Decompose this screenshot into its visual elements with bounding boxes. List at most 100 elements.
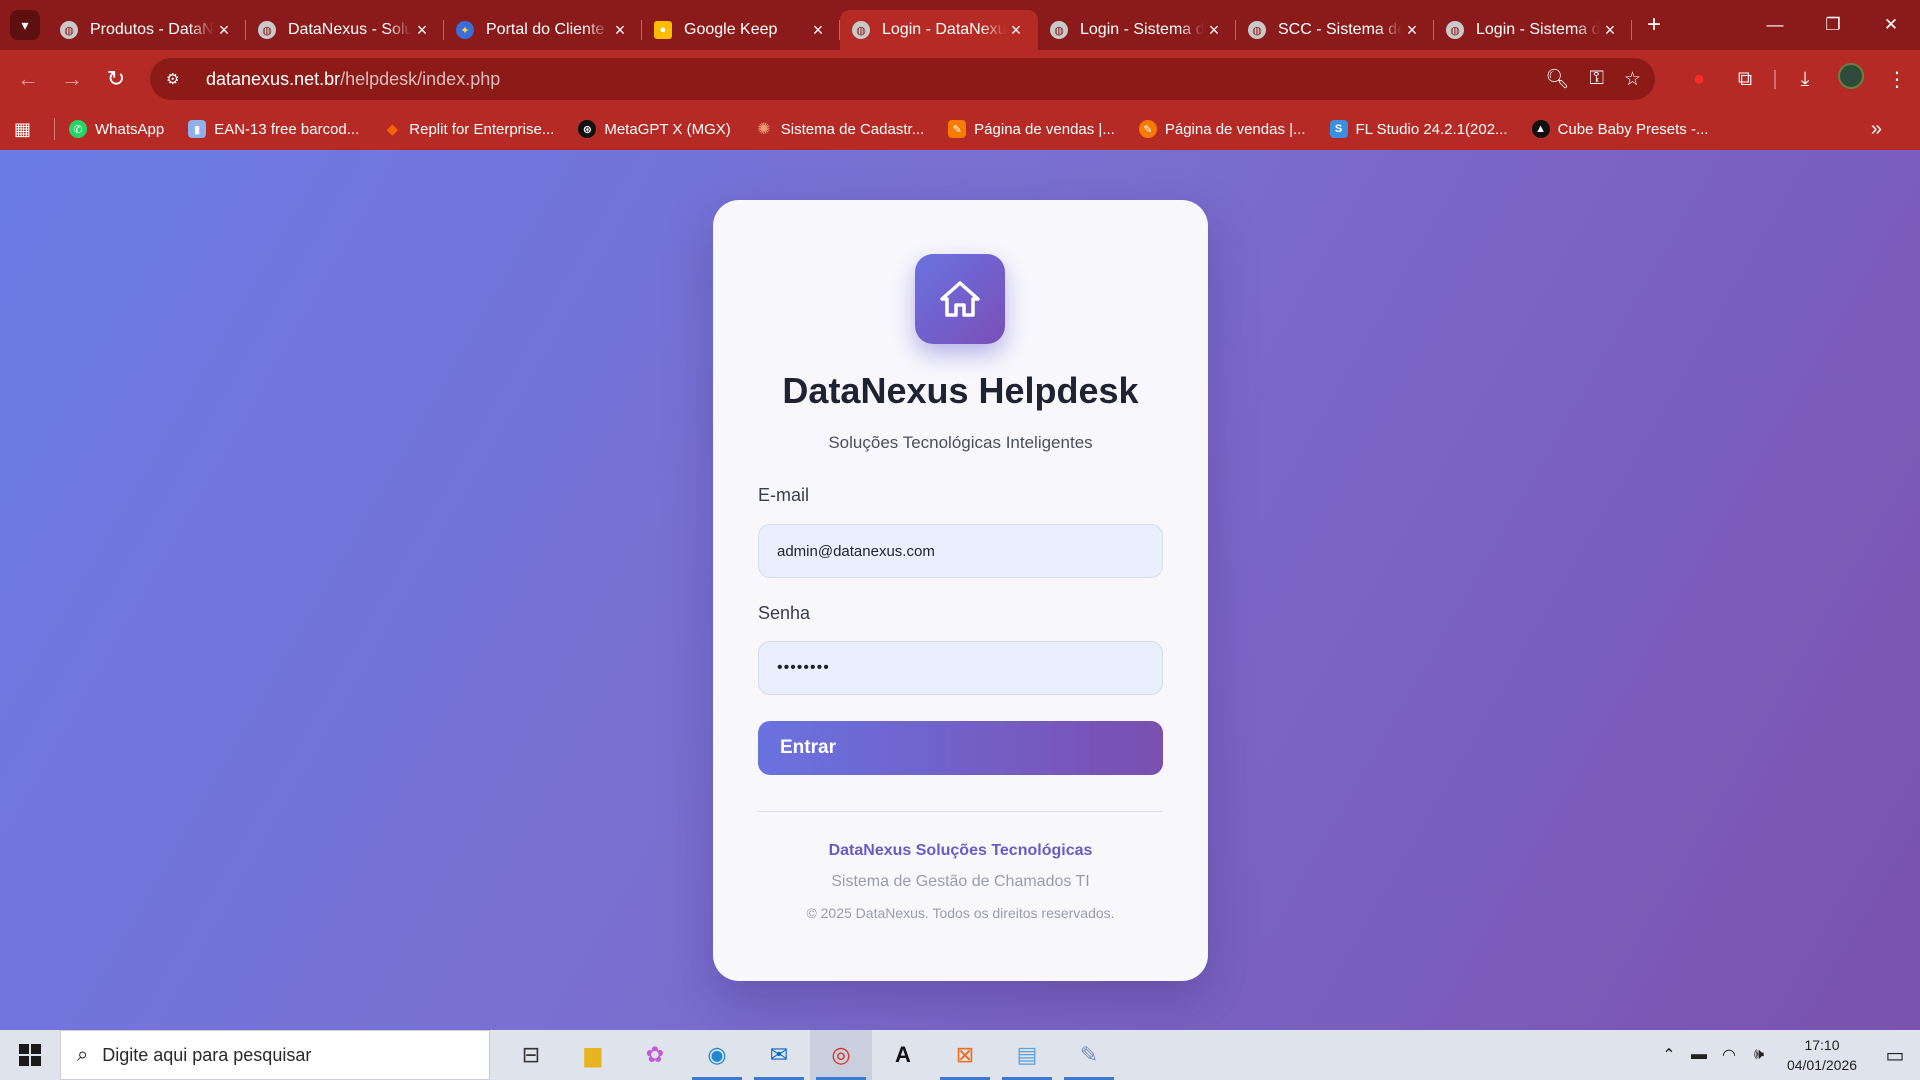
- bookmark-label: MetaGPT X (MGX): [604, 120, 731, 138]
- bookmark-label: Página de vendas |...: [974, 120, 1115, 138]
- notepad-button[interactable]: ▤: [996, 1030, 1058, 1080]
- browser-tab[interactable]: ✦ Portal do Cliente ×: [444, 10, 642, 50]
- url-text[interactable]: datanexus.net.br/helpdesk/index.php: [206, 69, 500, 90]
- tab-title: Produtos - DataNexus: [90, 21, 214, 38]
- login-button[interactable]: Entrar: [758, 721, 1163, 775]
- browser-tab[interactable]: ◍ DataNexus - Soluções ×: [246, 10, 444, 50]
- battery-icon[interactable]: ▬: [1684, 1046, 1714, 1064]
- tab-title: Login - Sistema de: [1476, 21, 1600, 38]
- tab-search-button[interactable]: ▾: [10, 10, 40, 40]
- clock[interactable]: 17:10 04/01/2026: [1774, 1035, 1870, 1075]
- close-tab-icon[interactable]: ×: [1006, 20, 1026, 41]
- whatsapp-icon: ✆: [69, 120, 87, 138]
- download-icon[interactable]: ⤓: [1782, 68, 1828, 91]
- bookmark-item[interactable]: ▲ Cube Baby Presets -...: [1531, 120, 1709, 138]
- bookmark-item[interactable]: ✎ Página de vendas |...: [948, 120, 1115, 138]
- extension-icon[interactable]: ●: [1676, 68, 1722, 91]
- arrow-right-icon: →: [61, 66, 83, 91]
- chrome-button[interactable]: ◎: [810, 1030, 872, 1080]
- bookmark-item[interactable]: ⊛ MetaGPT X (MGX): [578, 120, 731, 138]
- address-bar[interactable]: ⚙ datanexus.net.br/helpdesk/index.php 🔍︎…: [150, 58, 1655, 100]
- close-window-icon[interactable]: ✕: [1862, 0, 1920, 50]
- toolbar-divider: |: [1772, 67, 1778, 90]
- close-tab-icon[interactable]: ×: [808, 20, 828, 41]
- bookmark-label: Cube Baby Presets -...: [1557, 120, 1709, 138]
- globe-icon: ◍: [1248, 21, 1266, 39]
- url-path: /helpdesk/index.php: [340, 68, 501, 89]
- copilot-button[interactable]: ✿: [624, 1030, 686, 1080]
- site-settings-icon[interactable]: ⚙: [166, 70, 188, 88]
- google-keep-icon: ●: [654, 21, 672, 39]
- key-icon[interactable]: ⚿: [1589, 68, 1603, 90]
- app-a-button[interactable]: A: [872, 1030, 934, 1080]
- folder-icon: ▆: [584, 1042, 602, 1067]
- task-view-icon: ⊟: [521, 1042, 541, 1067]
- close-tab-icon[interactable]: ×: [412, 20, 432, 41]
- tab-title: Google Keep: [684, 21, 778, 38]
- paint-button[interactable]: ✎: [1058, 1030, 1120, 1080]
- bookmark-item[interactable]: ▮ EAN-13 free barcod...: [188, 120, 359, 138]
- clock-time: 17:10: [1804, 1037, 1840, 1053]
- fl-studio-icon: S: [1329, 120, 1348, 138]
- browser-tab[interactable]: ◍ Produtos - DataNexus ×: [48, 10, 246, 50]
- outlook-button[interactable]: ✉: [748, 1030, 810, 1080]
- bookmark-label: Sistema de Cadastr...: [780, 120, 925, 138]
- bookmark-label: EAN-13 free barcod...: [214, 120, 360, 138]
- close-tab-icon[interactable]: ×: [214, 20, 234, 41]
- bookmark-item[interactable]: ✎ Página de vendas |...: [1138, 120, 1306, 138]
- browser-tab[interactable]: ◍ Login - Sistema de ×: [1434, 10, 1632, 50]
- globe-icon: ◍: [258, 21, 276, 39]
- start-button[interactable]: [0, 1030, 60, 1080]
- restore-icon[interactable]: ❐: [1804, 0, 1862, 50]
- browser-tab[interactable]: ◍ SCC - Sistema de ×: [1236, 10, 1434, 50]
- password-label: Senha: [758, 603, 811, 623]
- task-view-button[interactable]: ⊟: [500, 1030, 562, 1080]
- outlook-icon: ✉: [769, 1042, 789, 1067]
- taskbar-search-placeholder: Digite aqui para pesquisar: [102, 1044, 312, 1065]
- bookmark-item[interactable]: ✆ WhatsApp: [69, 120, 164, 138]
- close-tab-icon[interactable]: ×: [610, 20, 630, 41]
- bookmarks-bar: ▦ ✆ WhatsApp ▮ EAN-13 free barcod... ◆ R…: [0, 108, 1920, 150]
- minimize-icon[interactable]: —: [1746, 0, 1804, 50]
- close-tab-icon[interactable]: ×: [1204, 20, 1224, 41]
- bookmarks-divider: [54, 118, 55, 140]
- email-field[interactable]: [758, 524, 1163, 578]
- login-card: DataNexus Helpdesk Soluções Tecnológicas…: [713, 200, 1208, 981]
- new-tab-button[interactable]: +: [1636, 11, 1672, 39]
- kebab-menu-icon[interactable]: ⋮: [1874, 67, 1920, 92]
- zoom-icon[interactable]: 🔍︎: [1545, 67, 1569, 91]
- browser-tab-active[interactable]: ◍ Login - DataNexus ×: [840, 10, 1038, 50]
- bookmark-label: Replit for Enterprise...: [409, 120, 555, 138]
- profile-avatar[interactable]: [1828, 63, 1874, 95]
- bookmark-item[interactable]: ✺ Sistema de Cadastr...: [755, 120, 925, 139]
- xampp-button[interactable]: ⊠: [934, 1030, 996, 1080]
- chevron-up-icon[interactable]: ⌃: [1654, 1045, 1684, 1065]
- home-logo: [915, 254, 1005, 344]
- bookmark-item[interactable]: ◆ Replit for Enterprise...: [383, 120, 555, 139]
- footer-copyright: © 2025 DataNexus. Todos os direitos rese…: [806, 905, 1115, 921]
- apps-grid-icon[interactable]: ▦: [14, 119, 40, 140]
- close-tab-icon[interactable]: ×: [1600, 20, 1620, 41]
- browser-tab[interactable]: ● Google Keep ×: [642, 10, 840, 50]
- barcode-icon: ▮: [188, 120, 207, 138]
- wifi-icon[interactable]: ◠: [1714, 1045, 1744, 1065]
- notifications-icon[interactable]: ▭: [1870, 1043, 1920, 1068]
- taskbar-search[interactable]: ⌕ Digite aqui para pesquisar: [60, 1030, 490, 1080]
- extensions-puzzle-icon[interactable]: ⧉: [1722, 68, 1768, 91]
- close-tab-icon[interactable]: ×: [1402, 20, 1422, 41]
- forward-button[interactable]: →: [50, 57, 94, 101]
- bookmark-item[interactable]: S FL Studio 24.2.1(202...: [1329, 120, 1508, 138]
- sales-page-icon: ✎: [1138, 120, 1157, 138]
- more-bookmarks-icon[interactable]: »: [1871, 108, 1882, 150]
- back-button[interactable]: ←: [6, 57, 50, 101]
- file-explorer-button[interactable]: ▆: [562, 1030, 624, 1080]
- star-icon[interactable]: ☆: [1624, 68, 1641, 91]
- browser-tab[interactable]: ◍ Login - Sistema de ×: [1038, 10, 1236, 50]
- globe-icon: ◍: [852, 21, 870, 39]
- volume-icon[interactable]: 🕪︎: [1744, 1046, 1774, 1064]
- reload-button[interactable]: ↻: [94, 57, 138, 101]
- plus-icon: +: [1646, 11, 1661, 38]
- password-field[interactable]: [758, 641, 1163, 695]
- edge-button[interactable]: ◉: [686, 1030, 748, 1080]
- taskbar-apps: ⊟ ▆ ✿ ◉ ✉ ◎ A ⊠ ▤ ✎: [500, 1030, 1120, 1080]
